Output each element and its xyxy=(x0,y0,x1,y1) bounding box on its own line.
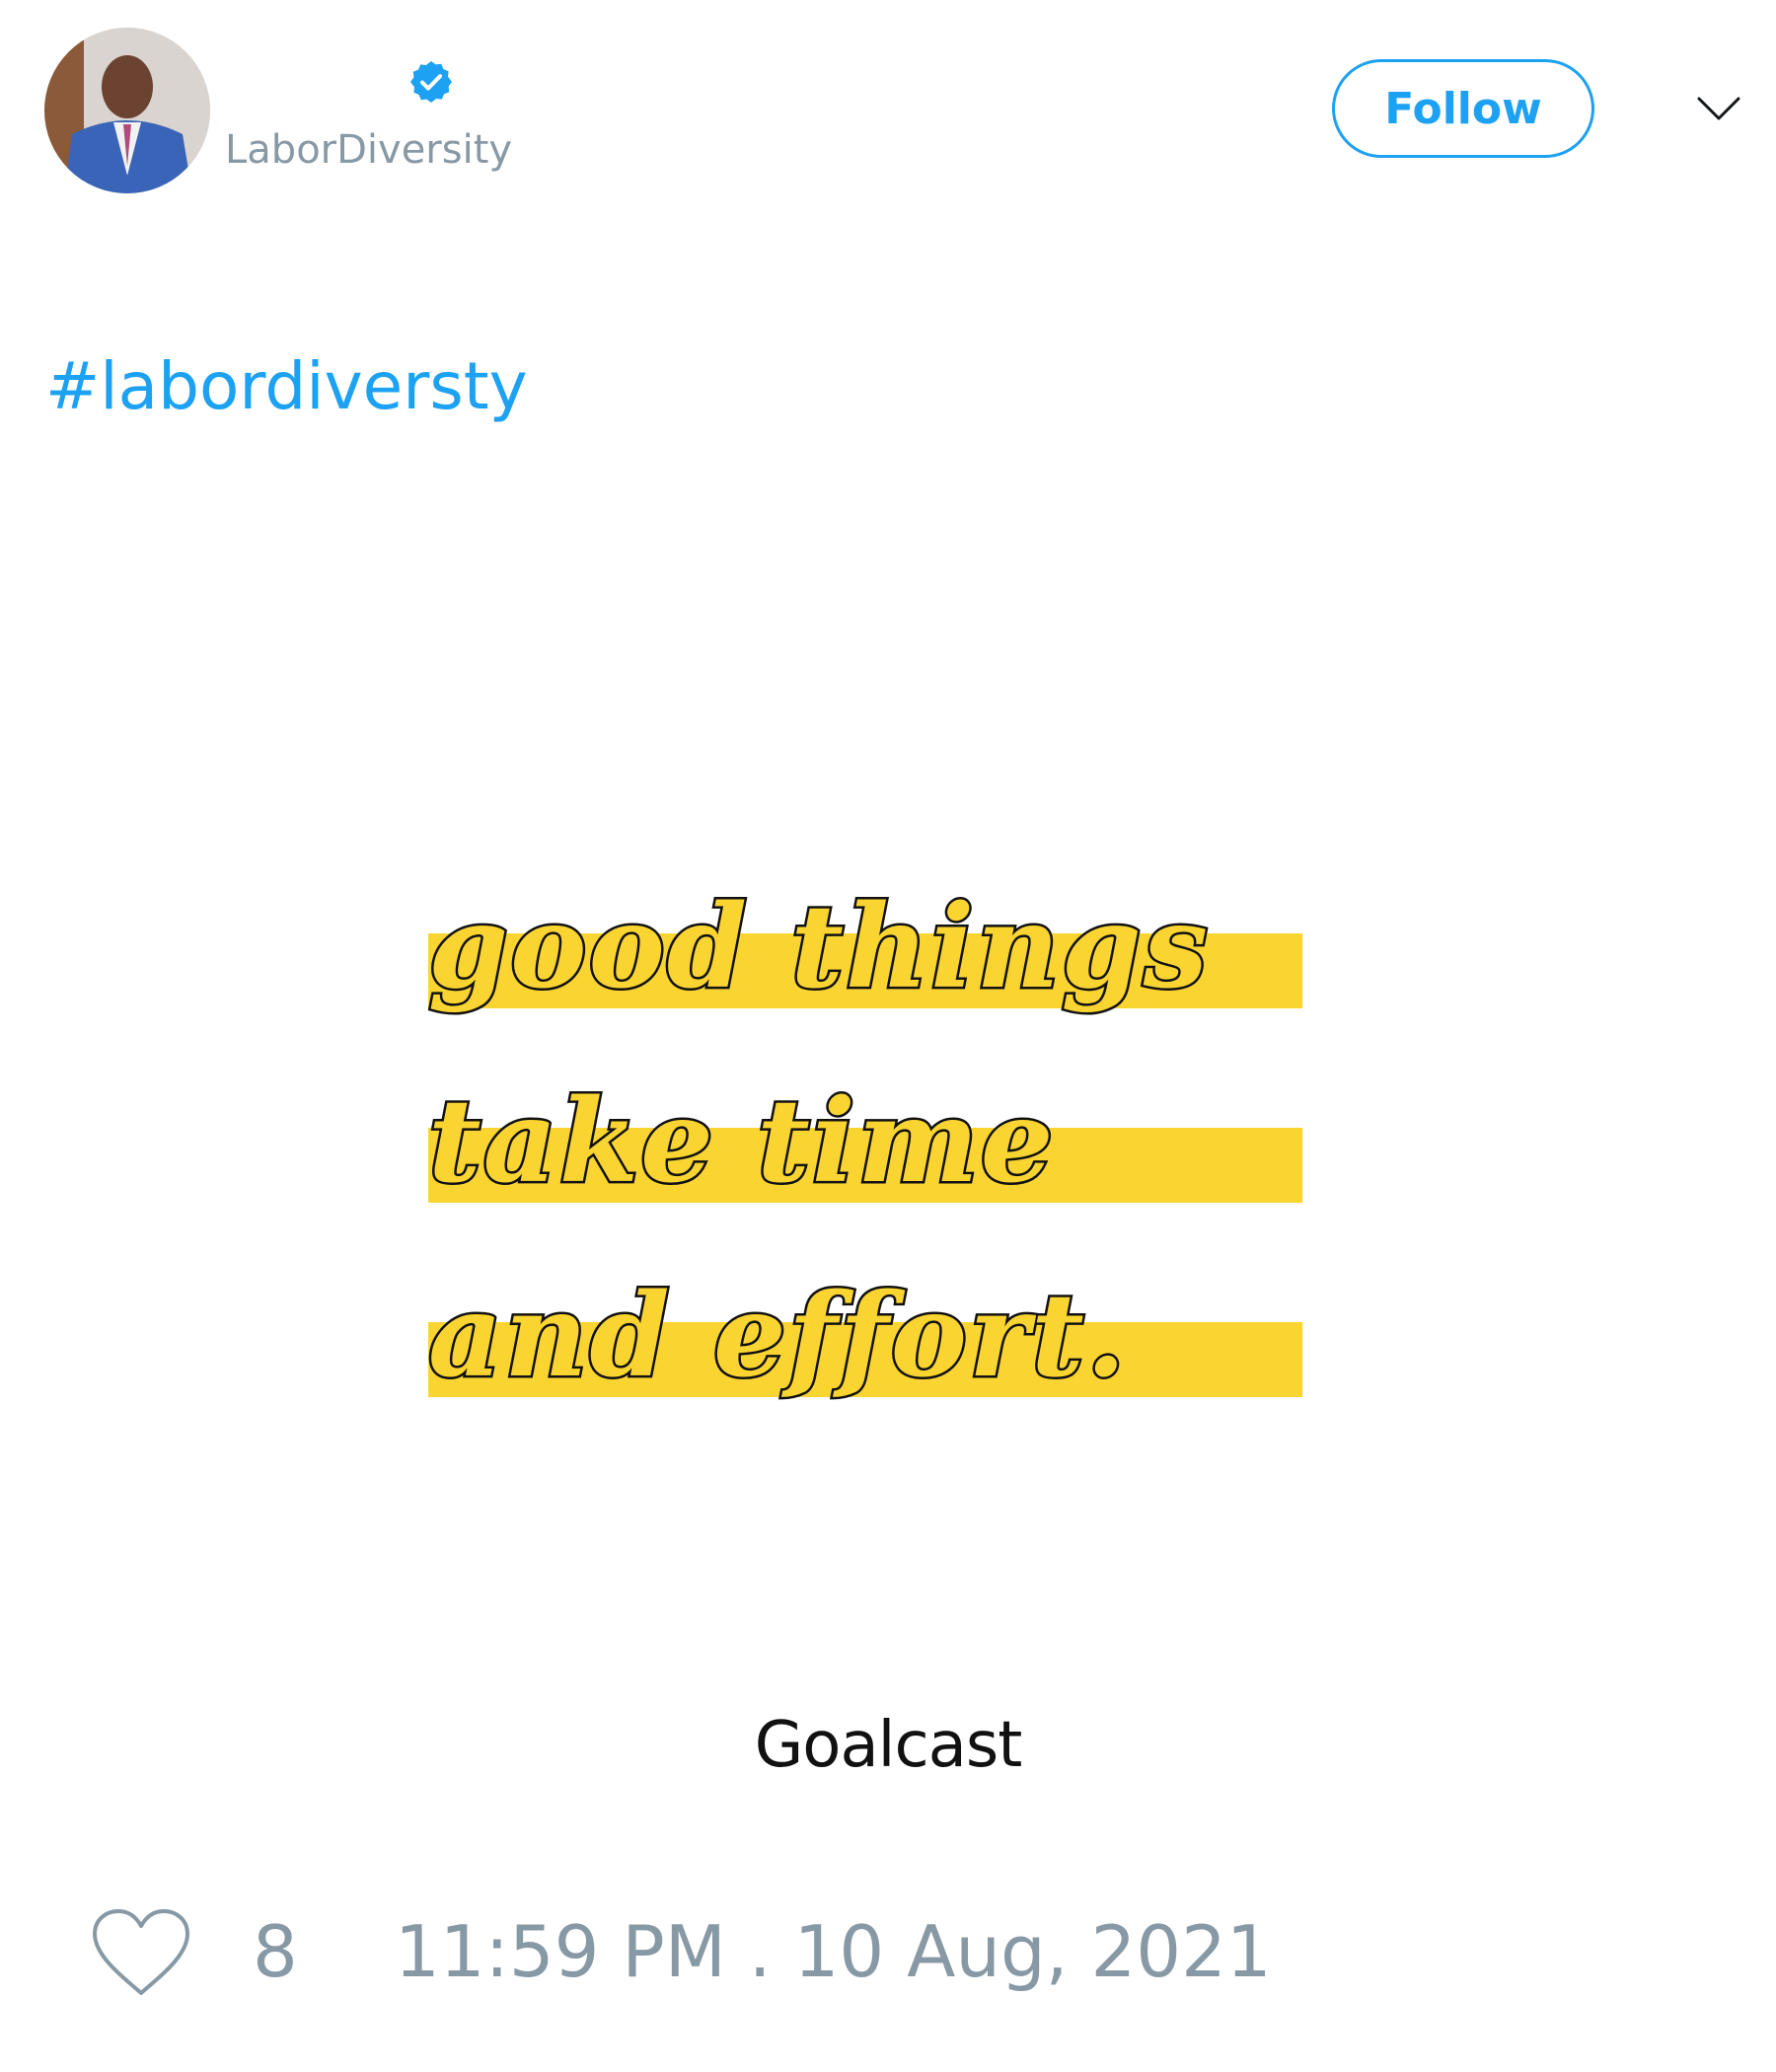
author-handle[interactable]: LaborDiversity xyxy=(225,126,512,174)
quote-line: take time xyxy=(426,1073,1316,1212)
tweet-media-image[interactable]: good things take time and effort. Goalca… xyxy=(0,464,1776,1845)
like-count: 8 xyxy=(253,1910,298,1993)
avatar[interactable] xyxy=(44,28,210,193)
quote-line: good things xyxy=(425,878,1316,1017)
heart-icon[interactable] xyxy=(89,1906,193,1999)
quote-text: and effort. xyxy=(425,1267,1129,1406)
follow-button[interactable]: Follow xyxy=(1332,59,1594,158)
quote-text: good things xyxy=(425,878,1211,1017)
verified-badge-icon xyxy=(410,61,452,103)
quote-text: take time xyxy=(426,1073,1056,1212)
chevron-down-icon[interactable] xyxy=(1695,91,1742,126)
brand-logo-text: Goalcast xyxy=(754,1709,1023,1782)
timestamp[interactable]: 11:59 PM . 10 Aug, 2021 xyxy=(395,1910,1272,1993)
tweet-card: LaborDiversity Follow #labordiversty goo… xyxy=(0,0,1776,2072)
hashtag-link[interactable]: #labordiversty xyxy=(45,347,528,426)
quote-line: and effort. xyxy=(425,1267,1316,1406)
